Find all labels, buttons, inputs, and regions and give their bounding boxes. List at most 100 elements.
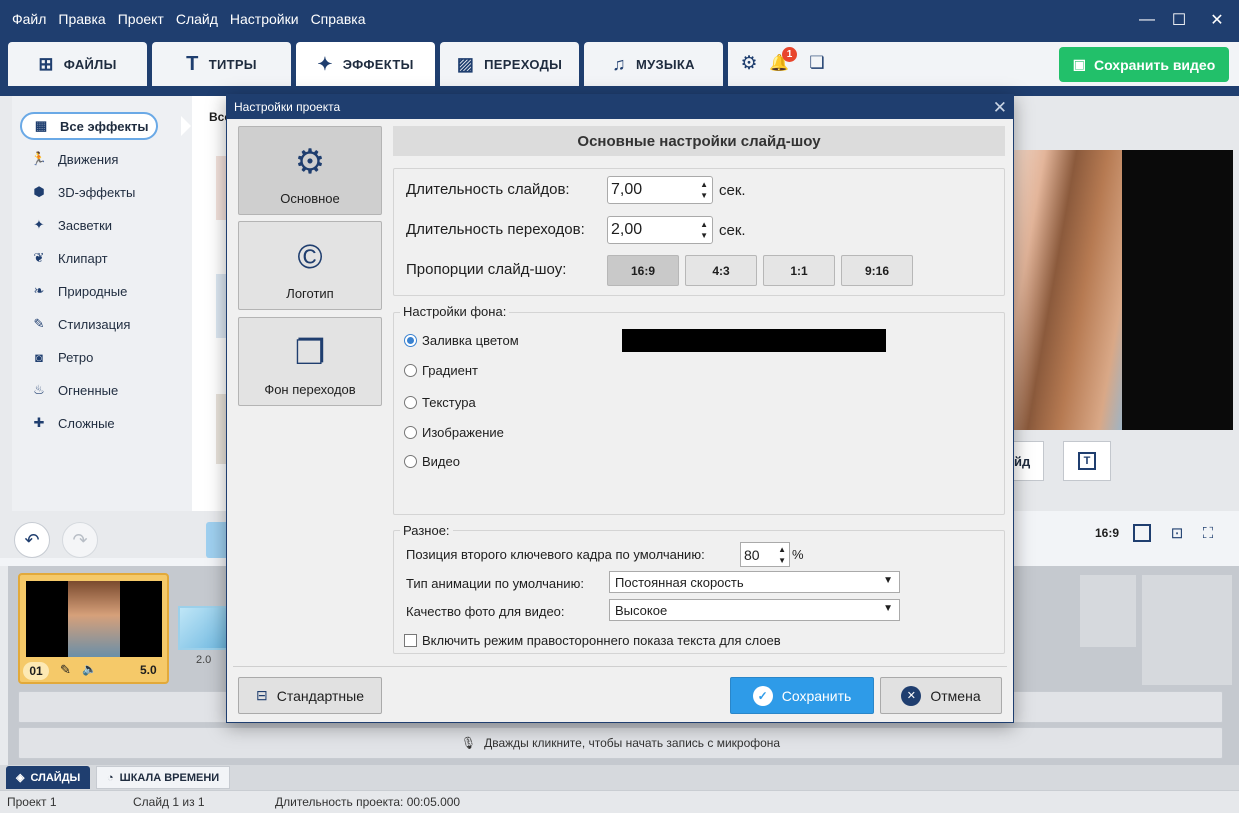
tab-transitions[interactable]: ▨ ПЕРЕХОДЫ xyxy=(440,42,579,86)
photo-quality-select[interactable]: Высокое ▼ xyxy=(609,599,900,621)
transition-thumb[interactable] xyxy=(178,606,228,650)
preview-photo xyxy=(1014,150,1122,430)
transition-duration: 2.0 xyxy=(196,654,212,666)
add-text-button[interactable]: T xyxy=(1063,441,1111,481)
radio-gradient[interactable]: Градиент xyxy=(404,363,478,378)
menu-slide[interactable]: Слайд xyxy=(170,11,224,27)
category-item[interactable]: ✎ Стилизация xyxy=(20,310,180,338)
spinner-arrows-icon[interactable]: ▲ ▼ xyxy=(700,219,708,241)
fullscreen-icon[interactable]: ⛶ xyxy=(1198,523,1218,543)
effects-star-icon: ✦ xyxy=(317,53,333,74)
copyright-icon: © xyxy=(297,238,323,276)
selection-pointer xyxy=(181,116,191,136)
cancel-button[interactable]: ✕ Отмена xyxy=(880,677,1002,714)
category-item[interactable]: ✚ Сложные xyxy=(20,409,180,437)
reset-icon: ⊟ xyxy=(255,687,268,703)
rtl-checkbox-row[interactable]: Включить режим правостороннего показа те… xyxy=(404,633,781,648)
menu-project[interactable]: Проект xyxy=(112,11,170,27)
tab-label: ТИТРЫ xyxy=(208,56,257,72)
radio-label: Видео xyxy=(422,454,460,469)
aspect-9-16-button[interactable]: 9:16 xyxy=(841,255,913,286)
gallery-icon[interactable]: ❏ xyxy=(806,52,828,74)
category-item[interactable]: 🏃 Движения xyxy=(20,145,180,173)
tab-files[interactable]: ⊞ ФАЙЛЫ xyxy=(8,42,147,86)
clipart-icon: ❦ xyxy=(33,250,45,265)
radio-dot xyxy=(404,426,417,439)
menu-edit[interactable]: Правка xyxy=(52,11,111,27)
mic-record-track[interactable]: 🎙 Дважды кликните, чтобы начать запись с… xyxy=(18,727,1223,759)
aspect-16-9-button[interactable]: 16:9 xyxy=(607,255,679,286)
add-slide-button[interactable]: йд xyxy=(1014,441,1044,481)
aspect-4-3-button[interactable]: 4:3 xyxy=(685,255,757,286)
animation-type-select[interactable]: Постоянная скорость ▼ xyxy=(609,571,900,593)
category-item[interactable]: ▦ Все эффекты xyxy=(20,112,158,140)
side-logo-button[interactable]: © Логотип xyxy=(238,221,382,310)
menu-settings[interactable]: Настройки xyxy=(224,11,305,27)
slide-photo xyxy=(68,581,120,657)
category-item[interactable]: ♨ Огненные xyxy=(20,376,180,404)
tab-titles[interactable]: T ТИТРЫ xyxy=(152,42,291,86)
radio-image[interactable]: Изображение xyxy=(404,425,504,440)
camera-icon: ◙ xyxy=(35,349,43,365)
menu-file[interactable]: Файл xyxy=(6,11,52,27)
slide-duration-value: 7,00 xyxy=(611,181,643,198)
slide-duration-label: Длительность слайдов: xyxy=(406,181,570,198)
radio-texture[interactable]: Текстура xyxy=(404,395,476,410)
category-item[interactable]: ✦ Засветки xyxy=(20,211,180,239)
transition-duration-input[interactable]: 2,00 ▲ ▼ xyxy=(607,216,713,244)
side-basic-button[interactable]: ⚙ Основное xyxy=(238,126,382,215)
spinner-arrows-icon[interactable]: ▲ ▼ xyxy=(778,544,786,566)
empty-slot[interactable] xyxy=(1142,575,1232,685)
gear-icon[interactable]: ⚙ xyxy=(738,52,760,74)
chevron-down-icon: ▼ xyxy=(883,575,893,586)
maximize-button[interactable]: ☐ xyxy=(1164,8,1194,32)
speaker-icon[interactable]: 🔈 xyxy=(82,662,97,676)
undo-button[interactable]: ↶ xyxy=(14,522,50,558)
dialog-close-icon[interactable]: ✕ xyxy=(993,98,1007,118)
redo-button[interactable]: ↷ xyxy=(62,522,98,558)
tab-timeline[interactable]: ◔ ШКАЛА ВРЕМЕНИ xyxy=(96,766,231,789)
effects-grid-area: Все xyxy=(192,96,231,511)
add-media-icon: ⊞ xyxy=(38,53,54,74)
aspect-icon[interactable] xyxy=(1133,524,1151,542)
empty-slot[interactable] xyxy=(1080,575,1136,647)
keyframe-input[interactable]: 80 ▲ ▼ xyxy=(740,542,790,567)
flame-icon: ♨ xyxy=(33,382,45,397)
leaf-icon: ❧ xyxy=(33,283,45,298)
save-video-button[interactable]: ▣ Сохранить видео xyxy=(1059,47,1229,82)
save-button[interactable]: ✓ Сохранить xyxy=(730,677,874,714)
close-window-button[interactable]: ✕ xyxy=(1202,8,1232,32)
category-item[interactable]: ⬢ 3D-эффекты xyxy=(20,178,180,206)
category-item[interactable]: ❧ Природные xyxy=(20,277,180,305)
slide-card[interactable]: 01 ✎ 🔈 5.0 xyxy=(18,573,169,684)
category-label: Огненные xyxy=(58,382,119,398)
radio-fill-color[interactable]: Заливка цветом xyxy=(404,333,519,348)
transition-duration-label: Длительность переходов: xyxy=(406,221,585,238)
tab-label: ПЕРЕХОДЫ xyxy=(484,56,563,72)
category-item[interactable]: ❦ Клипарт xyxy=(20,244,180,272)
tab-music[interactable]: ♫ МУЗЫКА xyxy=(584,42,723,86)
dialog-title: Настройки проекта xyxy=(234,100,341,114)
transitions-icon: ▨ xyxy=(456,53,475,74)
fill-color-swatch[interactable] xyxy=(622,329,886,352)
tab-effects[interactable]: ✦ ЭФФЕКТЫ xyxy=(296,42,435,86)
category-label: Клипарт xyxy=(58,250,108,266)
checkbox[interactable] xyxy=(404,634,417,647)
snapshot-icon[interactable]: ⊡ xyxy=(1167,523,1187,543)
spinner-arrows-icon[interactable]: ▲ ▼ xyxy=(700,179,708,201)
category-label: Движения xyxy=(58,151,119,167)
category-item[interactable]: ◙ Ретро xyxy=(20,343,180,371)
tab-label: ФАЙЛЫ xyxy=(63,56,117,72)
menu-help[interactable]: Справка xyxy=(305,11,372,27)
radio-video[interactable]: Видео xyxy=(404,454,460,469)
minimize-button[interactable]: — xyxy=(1132,8,1162,32)
side-transition-bg-button[interactable]: ❐ Фон переходов xyxy=(238,317,382,406)
slide-duration-input[interactable]: 7,00 ▲ ▼ xyxy=(607,176,713,204)
reset-defaults-button[interactable]: ⊟ Стандартные xyxy=(238,677,382,714)
action-button[interactable] xyxy=(206,522,228,558)
radio-dot xyxy=(404,364,417,377)
radio-label: Заливка цветом xyxy=(422,333,519,348)
aspect-1-1-button[interactable]: 1:1 xyxy=(763,255,835,286)
edit-pencil-icon[interactable]: ✎ xyxy=(60,662,71,678)
tab-slides[interactable]: ◈ СЛАЙДЫ xyxy=(6,766,91,789)
